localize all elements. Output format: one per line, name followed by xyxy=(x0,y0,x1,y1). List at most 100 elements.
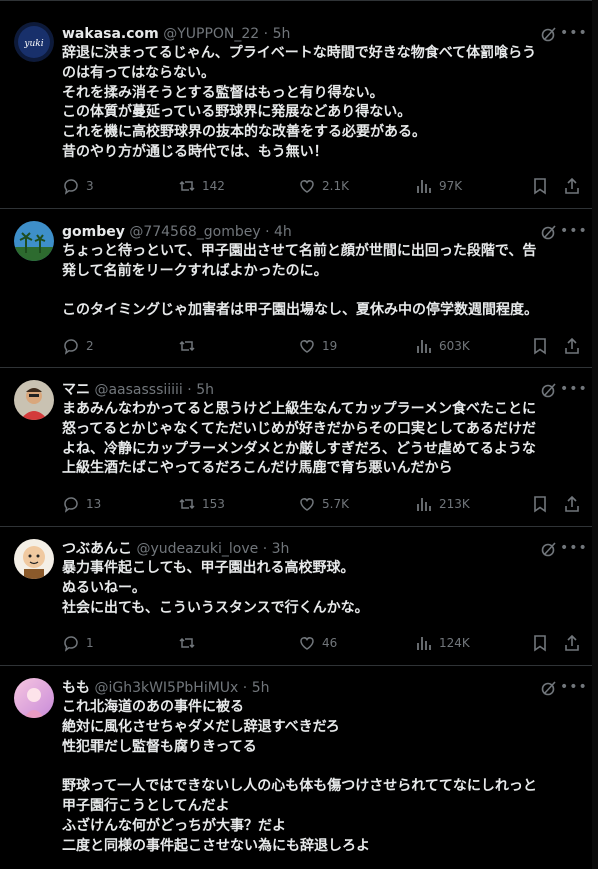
heart-icon xyxy=(300,498,314,511)
grok-icon[interactable] xyxy=(540,679,558,697)
grok-icon[interactable] xyxy=(540,223,558,241)
reply-icon xyxy=(64,179,78,195)
user-handle[interactable]: @774568_gombey xyxy=(129,224,260,240)
post-time[interactable]: 5h xyxy=(252,680,270,696)
views-chart-icon xyxy=(417,180,431,193)
avatar[interactable] xyxy=(14,380,54,420)
view-count: 213K xyxy=(439,497,470,511)
tweet-header: マニ @aasasssiiiii · 5h xyxy=(62,380,214,400)
user-handle[interactable]: @yudeazuki_love xyxy=(136,541,258,557)
post-time[interactable]: 3h xyxy=(272,541,290,557)
top-divider xyxy=(0,0,592,1)
more-options-icon[interactable]: ••• xyxy=(560,222,587,240)
more-options-icon[interactable]: ••• xyxy=(560,678,587,696)
views-button[interactable]: 213K xyxy=(415,494,470,514)
reply-button[interactable]: 2 xyxy=(62,336,94,356)
avatar[interactable]: yuki xyxy=(14,22,54,62)
repost-button[interactable] xyxy=(178,633,202,653)
reply-icon xyxy=(64,497,78,513)
post-time[interactable]: 4h xyxy=(274,224,292,240)
repost-count: 153 xyxy=(202,497,225,511)
views-chart-icon xyxy=(417,340,431,353)
like-count: 5.7K xyxy=(322,497,349,511)
repost-icon xyxy=(179,340,195,352)
user-handle[interactable]: @aasasssiiiii xyxy=(94,382,182,398)
separator-dot: · xyxy=(262,541,268,557)
tweet-actions: 1 46 124K xyxy=(62,633,592,653)
avatar[interactable] xyxy=(14,678,54,718)
reply-button[interactable]: 13 xyxy=(62,494,101,514)
tweet-header: wakasa.com @YUPPON_22 · 5h xyxy=(62,24,290,44)
like-button[interactable]: 46 xyxy=(298,633,337,653)
like-button[interactable]: 19 xyxy=(298,336,337,356)
avatar[interactable] xyxy=(14,221,54,261)
separator-dot: · xyxy=(263,26,269,42)
more-options-icon[interactable]: ••• xyxy=(560,539,587,557)
bookmark-icon[interactable] xyxy=(530,176,550,196)
heart-icon xyxy=(300,180,314,193)
heart-icon xyxy=(300,340,314,353)
grok-icon[interactable] xyxy=(540,540,558,558)
like-count: 2.1K xyxy=(322,179,349,193)
bookmark-icon[interactable] xyxy=(530,336,550,356)
views-button[interactable]: 603K xyxy=(415,336,470,356)
repost-button[interactable]: 153 xyxy=(178,494,225,514)
reply-button[interactable]: 1 xyxy=(62,633,94,653)
grok-icon[interactable] xyxy=(540,25,558,43)
cartoon-character-avatar-icon xyxy=(14,539,54,579)
grok-icon[interactable] xyxy=(540,381,558,399)
post-time[interactable]: 5h xyxy=(273,26,291,42)
more-options-icon[interactable]: ••• xyxy=(560,24,587,42)
bookmark-icon[interactable] xyxy=(530,633,550,653)
reply-icon xyxy=(64,636,78,652)
view-count: 603K xyxy=(439,339,470,353)
tweet-actions: 2 19 603K xyxy=(62,336,592,356)
separator-dot: · xyxy=(265,224,270,240)
views-button[interactable]: 124K xyxy=(415,633,470,653)
reply-button[interactable]: 3 xyxy=(62,176,94,196)
tweet[interactable]: gombey @774568_gombey · 4h ••• ちょっと待っといて… xyxy=(0,209,592,368)
more-options-icon[interactable]: ••• xyxy=(560,380,587,398)
palm-tree-avatar-icon xyxy=(14,221,54,261)
display-name[interactable]: gombey xyxy=(62,224,125,240)
views-chart-icon xyxy=(417,498,431,511)
person-photo-avatar-icon xyxy=(14,380,54,420)
share-icon[interactable] xyxy=(562,494,582,514)
tweet-header: もも @iGh3kWI5PbHiMUx · 5h xyxy=(62,678,269,698)
reply-count: 2 xyxy=(86,339,94,353)
bookmark-icon[interactable] xyxy=(530,494,550,514)
tweet-text: 辞退に決まってるじゃん、プライベートな時間で好きな物食べて体罰喰らう のは有って… xyxy=(62,45,537,160)
user-handle[interactable]: @iGh3kWI5PbHiMUx xyxy=(94,680,238,696)
views-chart-icon xyxy=(417,637,431,650)
repost-count: 142 xyxy=(202,179,225,193)
like-button[interactable]: 2.1K xyxy=(298,176,349,196)
reply-count: 1 xyxy=(86,636,94,650)
share-icon[interactable] xyxy=(562,336,582,356)
like-button[interactable]: 5.7K xyxy=(298,494,349,514)
pink-illustration-avatar-icon xyxy=(14,678,54,718)
tweet[interactable]: マニ @aasasssiiiii · 5h ••• まあみんなわかってると思うけ… xyxy=(0,368,592,527)
share-icon[interactable] xyxy=(562,176,582,196)
tweet[interactable]: つぶあんこ @yudeazuki_love · 3h ••• 暴力事件起こしても… xyxy=(0,527,592,666)
tweet-text: 暴力事件起こしても、甲子園出れる高校野球。 ぬるいねー。 社会に出ても、こういう… xyxy=(62,560,369,616)
wakasa-logo-avatar-icon: yuki xyxy=(14,22,54,62)
display-name[interactable]: つぶあんこ xyxy=(62,541,132,557)
views-button[interactable]: 97K xyxy=(415,176,462,196)
scrollbar[interactable] xyxy=(592,0,598,869)
user-handle[interactable]: @YUPPON_22 xyxy=(163,26,259,42)
display-name[interactable]: wakasa.com xyxy=(62,26,159,42)
tweet[interactable]: もも @iGh3kWI5PbHiMUx · 5h ••• これ北海道のあの事件に… xyxy=(0,666,592,869)
display-name[interactable]: もも xyxy=(62,680,90,696)
tweet[interactable]: yuki wakasa.com @YUPPON_22 · 5h ••• 辞退に決… xyxy=(0,8,592,209)
display-name[interactable]: マニ xyxy=(62,382,90,398)
svg-text:yuki: yuki xyxy=(23,39,43,49)
post-time[interactable]: 5h xyxy=(196,382,214,398)
repost-icon xyxy=(179,637,195,649)
avatar[interactable] xyxy=(14,539,54,579)
share-icon[interactable] xyxy=(562,633,582,653)
reply-icon xyxy=(64,339,78,355)
like-count: 46 xyxy=(322,636,338,650)
repost-button[interactable] xyxy=(178,336,202,356)
reply-count: 3 xyxy=(86,179,94,193)
repost-button[interactable]: 142 xyxy=(178,176,225,196)
